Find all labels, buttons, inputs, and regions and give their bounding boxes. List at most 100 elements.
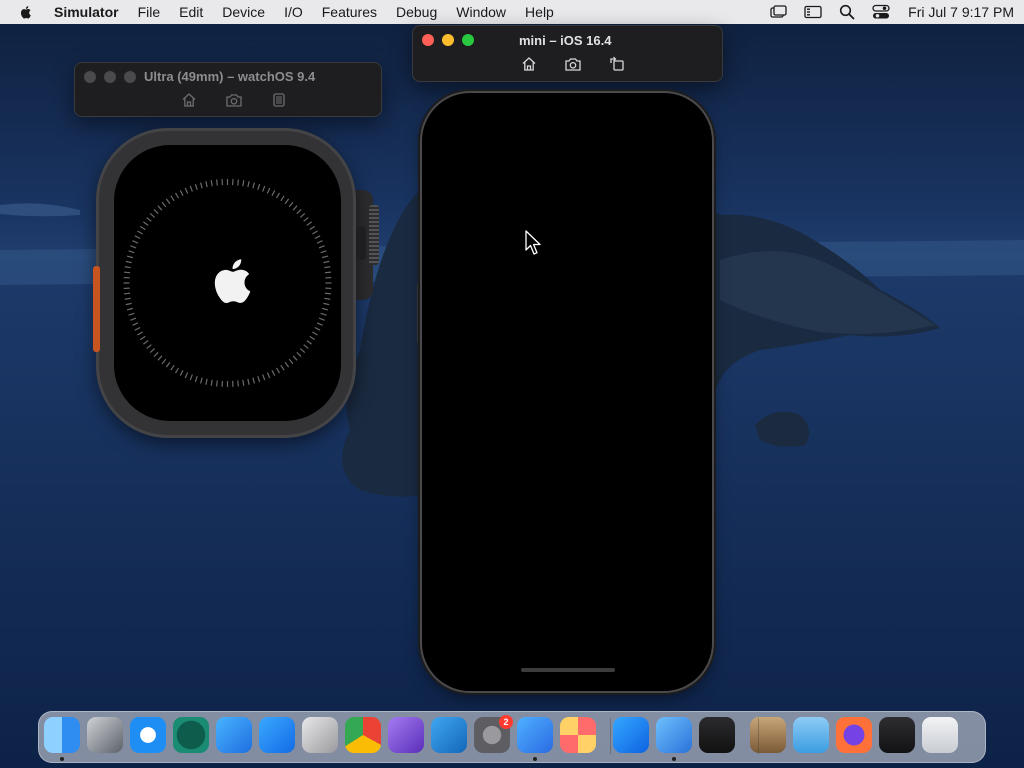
progress-tick	[137, 331, 143, 336]
screenshot-icon	[565, 57, 581, 71]
progress-tick	[165, 198, 171, 205]
progress-tick	[194, 376, 198, 383]
apple-logo-icon	[214, 259, 251, 304]
watch-digital-crown[interactable]	[369, 205, 379, 265]
app-store-connect-icon[interactable]	[259, 717, 295, 753]
progress-tick	[275, 192, 281, 199]
progress-tick	[184, 187, 189, 194]
dock-running-indicator	[672, 757, 676, 761]
phone-home-button[interactable]	[519, 55, 539, 73]
progress-tick	[266, 187, 271, 194]
watch-side-button[interactable]	[269, 91, 289, 109]
phone-simulator-toolbar: mini – iOS 16.4	[412, 25, 723, 82]
watch-screenshot-button[interactable]	[224, 91, 244, 109]
home-icon	[182, 93, 196, 107]
finder-icon[interactable]	[44, 717, 80, 753]
home-indicator[interactable]	[521, 668, 615, 672]
watch-minimize-button[interactable]	[104, 71, 116, 83]
firefox-icon[interactable]	[836, 717, 872, 753]
dock-separator	[610, 718, 611, 754]
vscode-icon[interactable]	[431, 717, 467, 753]
safari-icon[interactable]	[130, 717, 166, 753]
phone-rotate-button[interactable]	[607, 55, 627, 73]
progress-tick	[143, 221, 149, 226]
progress-tick	[139, 225, 146, 231]
automator-icon[interactable]	[302, 717, 338, 753]
watch-action-button[interactable]	[93, 266, 100, 352]
testflight-icon[interactable]	[216, 717, 252, 753]
phone-screenshot-button[interactable]	[563, 55, 583, 73]
progress-tick	[252, 377, 255, 384]
app-store-icon[interactable]	[613, 717, 649, 753]
progress-tick	[153, 351, 159, 357]
menu-features[interactable]: Features	[322, 4, 377, 20]
progress-tick	[324, 297, 331, 300]
menu-app-name[interactable]: Simulator	[54, 4, 119, 20]
watch-screen[interactable]	[114, 145, 341, 421]
terminal-activity-icon[interactable]	[699, 717, 735, 753]
progress-tick	[284, 198, 290, 205]
screenshot-icon	[226, 93, 242, 107]
progress-tick	[320, 312, 327, 316]
launchpad-icon[interactable]	[560, 717, 596, 753]
progress-tick	[130, 245, 137, 249]
screenshot-grid-icon[interactable]	[87, 717, 123, 753]
menu-edit[interactable]: Edit	[179, 4, 203, 20]
progress-tick	[124, 292, 131, 295]
control-center-icon[interactable]	[872, 4, 890, 20]
apple-menu-icon[interactable]	[18, 4, 34, 20]
progress-tick	[126, 255, 133, 259]
time-machine-icon[interactable]	[173, 717, 209, 753]
window-icon[interactable]	[804, 4, 822, 20]
dock-separator	[758, 718, 759, 754]
progress-tick	[309, 335, 316, 341]
phone-zoom-button[interactable]	[462, 34, 474, 46]
progress-tick	[324, 266, 331, 269]
progress-tick	[288, 358, 294, 365]
menu-device[interactable]: Device	[222, 4, 265, 20]
progress-tick	[157, 205, 163, 211]
folder-icon[interactable]	[793, 717, 829, 753]
phone-side-button[interactable]	[417, 283, 421, 343]
phone-minimize-button[interactable]	[442, 34, 454, 46]
chrome-icon[interactable]	[345, 717, 381, 753]
watch-simulator-toolbar: Ultra (49mm) – watchOS 9.4	[74, 62, 382, 117]
xcode-icon[interactable]	[656, 717, 692, 753]
menu-io[interactable]: I/O	[284, 4, 303, 20]
watch-close-button[interactable]	[84, 71, 96, 83]
mirror-icon[interactable]	[770, 4, 788, 20]
progress-tick	[266, 372, 271, 379]
progress-tick	[280, 195, 285, 202]
archive-utility-icon[interactable]	[750, 717, 786, 753]
phone-screen[interactable]	[422, 93, 712, 691]
progress-tick	[128, 250, 135, 254]
watch-side-button-hw[interactable]	[356, 226, 366, 260]
phone-close-button[interactable]	[422, 34, 434, 46]
progress-tick	[247, 181, 250, 188]
progress-tick	[252, 182, 255, 189]
search-icon[interactable]	[838, 4, 856, 20]
activity-monitor-icon[interactable]	[879, 717, 915, 753]
menu-file[interactable]: File	[138, 4, 161, 20]
progress-tick	[216, 380, 218, 387]
progress-tick	[170, 195, 175, 202]
menu-window[interactable]: Window	[456, 4, 506, 20]
progress-tick	[271, 370, 276, 376]
progress-tick	[205, 378, 208, 385]
menu-help[interactable]: Help	[525, 4, 554, 20]
progress-tick	[161, 358, 167, 365]
xcode-instruments-icon[interactable]	[517, 717, 553, 753]
watch-home-button[interactable]	[179, 91, 199, 109]
progress-tick	[124, 271, 131, 274]
menu-debug[interactable]: Debug	[396, 4, 437, 20]
progress-tick	[322, 307, 329, 311]
progress-tick	[262, 185, 266, 192]
watch-zoom-button[interactable]	[124, 71, 136, 83]
progress-tick	[125, 302, 132, 306]
trash-icon[interactable]	[922, 717, 958, 753]
progress-tick	[146, 344, 152, 349]
progress-tick	[242, 180, 245, 187]
mouse-cursor-icon	[525, 230, 541, 255]
menu-clock[interactable]: Fri Jul 7 9:17 PM	[908, 4, 1014, 20]
visual-studio-icon[interactable]	[388, 717, 424, 753]
